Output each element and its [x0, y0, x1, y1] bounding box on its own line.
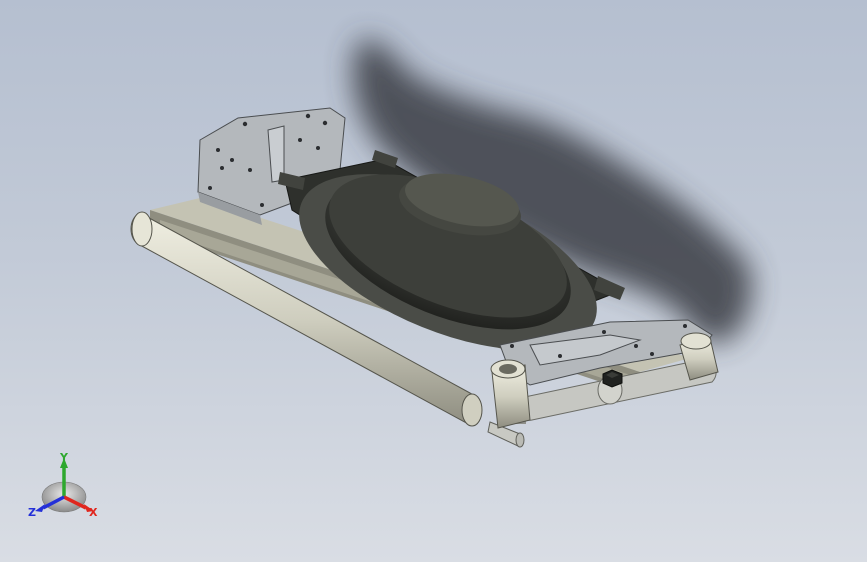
hex-bolt[interactable]: [602, 369, 623, 388]
triad-z-label: Z: [28, 506, 36, 519]
orientation-triad[interactable]: Y X Z: [28, 451, 98, 519]
graphics-viewport[interactable]: Y X Z: [0, 0, 867, 562]
triad-z-arrow: [35, 504, 45, 512]
triad-x-label: X: [89, 506, 98, 519]
triad-y-label: Y: [59, 451, 69, 464]
model-scene[interactable]: Y X Z: [0, 0, 867, 562]
